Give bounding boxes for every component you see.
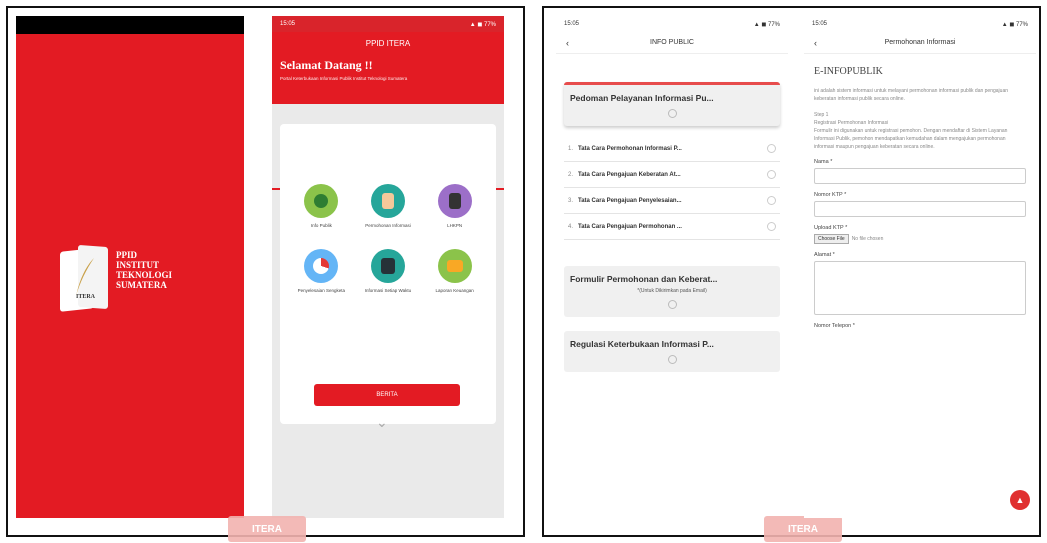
- home-screen: 15:05 ▲ ◼ 77% PPID ITERA Selamat Datang !…: [272, 16, 504, 518]
- ppid-logo: ITERA PPID INSTITUT TEKNOLOGI SUMATERA: [60, 244, 206, 324]
- section-pedoman[interactable]: Pedoman Pelayanan Informasi Pu...: [564, 82, 780, 126]
- menu-item-info-publik[interactable]: Info Publik: [288, 184, 355, 229]
- step-title: Step 1: [814, 112, 829, 118]
- status-bar: 15:05 ▲ ◼ 77%: [272, 16, 504, 32]
- status-bar: 15:05 ▲ ◼ 77%: [804, 16, 1036, 32]
- section-regulasi[interactable]: Regulasi Keterbukaan Informasi P...: [564, 331, 780, 372]
- logo-small-text: ITERA: [76, 294, 96, 300]
- welcome-banner: Selamat Datang !! Portal Keterbukaan Inf…: [272, 54, 504, 104]
- list-item[interactable]: 1. Tata Cara Permohonan Informasi P...: [564, 136, 780, 162]
- menu-item-permohonan[interactable]: Permohonan Informasi: [355, 184, 422, 229]
- choose-file-button[interactable]: Choose File: [814, 234, 849, 244]
- expand-circle-icon: [667, 355, 677, 364]
- page-title: INFO PUBLIC: [650, 39, 694, 46]
- alamat-label: Alamat *: [814, 252, 835, 258]
- list-item[interactable]: 3. Tata Cara Pengajuan Penyelesaian...: [564, 188, 780, 214]
- file-input: Choose File No file chosen: [814, 234, 1026, 244]
- ktp-label: Nomor KTP *: [814, 192, 847, 198]
- back-arrow-icon[interactable]: ‹: [566, 38, 586, 48]
- upload-label: Upload KTP *: [814, 225, 848, 231]
- book-icon: [437, 184, 472, 218]
- pie-chart-icon: [304, 249, 339, 283]
- section-formulir[interactable]: Formulir Permohonan dan Keberat... *(Unt…: [564, 266, 780, 317]
- status-bar: 15:05 ▲ ◼ 77%: [556, 16, 788, 32]
- welcome-title: Selamat Datang !!: [280, 58, 373, 72]
- page-title: Permohonan Informasi: [884, 39, 956, 46]
- menu-item-keuangan[interactable]: Laporan Keuangan: [421, 249, 488, 294]
- form-heading: E-INFOPUBLIK: [814, 66, 883, 77]
- list-item[interactable]: 2. Tata Cara Pengajuan Keberatan At...: [564, 162, 780, 188]
- circle-icon: [767, 170, 776, 179]
- welcome-subtitle: Portal Keterbukaan Informasi Publik Inst…: [280, 76, 408, 81]
- pedoman-list: 1. Tata Cara Permohonan Informasi P... 2.…: [564, 136, 780, 240]
- permohonan-screen: 15:05 ▲ ◼ 77% ‹ Permohonan Informasi E-IN…: [804, 16, 1036, 518]
- itera-watermark: ITERA: [764, 516, 842, 542]
- globe-icon: [304, 184, 339, 218]
- hand-icon: [370, 184, 405, 218]
- intro-text: ini adalah sistem informasi untuk melaya…: [814, 88, 1009, 102]
- menu-item-lhkpn[interactable]: LHKPN: [421, 184, 488, 229]
- splash-screen: ITERA PPID INSTITUT TEKNOLOGI SUMATERA: [16, 16, 244, 518]
- name-field[interactable]: [814, 168, 1026, 184]
- menu-grid: Info Publik Permohonan Informasi LHKPN P…: [288, 184, 488, 294]
- info-public-screen: 15:05 ▲ ◼ 77% ‹ INFO PUBLIC Pedoman Pelay…: [556, 16, 788, 518]
- chevron-down-icon[interactable]: ⌄: [376, 414, 388, 431]
- back-arrow-icon[interactable]: ‹: [814, 38, 834, 48]
- expand-circle-icon: [667, 300, 677, 309]
- circle-icon: [767, 196, 776, 205]
- menu-card: Info Publik Permohonan Informasi LHKPN P…: [280, 124, 496, 430]
- wallet-icon: [437, 249, 472, 283]
- alamat-field[interactable]: [814, 261, 1026, 315]
- expand-circle-icon: [667, 109, 677, 118]
- phone-label: Nomor Telepon *: [814, 323, 855, 329]
- app-bar: ‹ Permohonan Informasi: [804, 32, 1036, 54]
- app-bar: ‹ INFO PUBLIC: [556, 32, 788, 54]
- name-label: Nama *: [814, 159, 833, 165]
- file-status: No file chosen: [851, 236, 884, 242]
- itera-watermark: ITERA: [228, 516, 306, 542]
- scroll-top-button[interactable]: ▲: [1010, 490, 1030, 510]
- step-subtitle: Registrasi Permohonan Informasi: [814, 120, 889, 126]
- menu-item-setiap-waktu[interactable]: Informasi Setiap Waktu: [355, 249, 422, 294]
- list-item[interactable]: 4. Tata Cara Pengajuan Permohonan ...: [564, 214, 780, 240]
- card-icon: [370, 249, 405, 283]
- berita-button[interactable]: BERITA: [314, 384, 460, 406]
- quill-icon: [76, 258, 94, 296]
- menu-item-sengketa[interactable]: Penyelesaian Sengketa: [288, 249, 355, 294]
- ktp-field[interactable]: [814, 201, 1026, 217]
- circle-icon: [767, 144, 776, 153]
- logo-text: PPID INSTITUT TEKNOLOGI SUMATERA: [116, 250, 173, 290]
- step-body: Formulir ini digunakan untuk registrasi …: [814, 128, 1008, 150]
- status-bar: [16, 16, 244, 34]
- app-title: PPID ITERA: [272, 32, 504, 54]
- circle-icon: [767, 222, 776, 231]
